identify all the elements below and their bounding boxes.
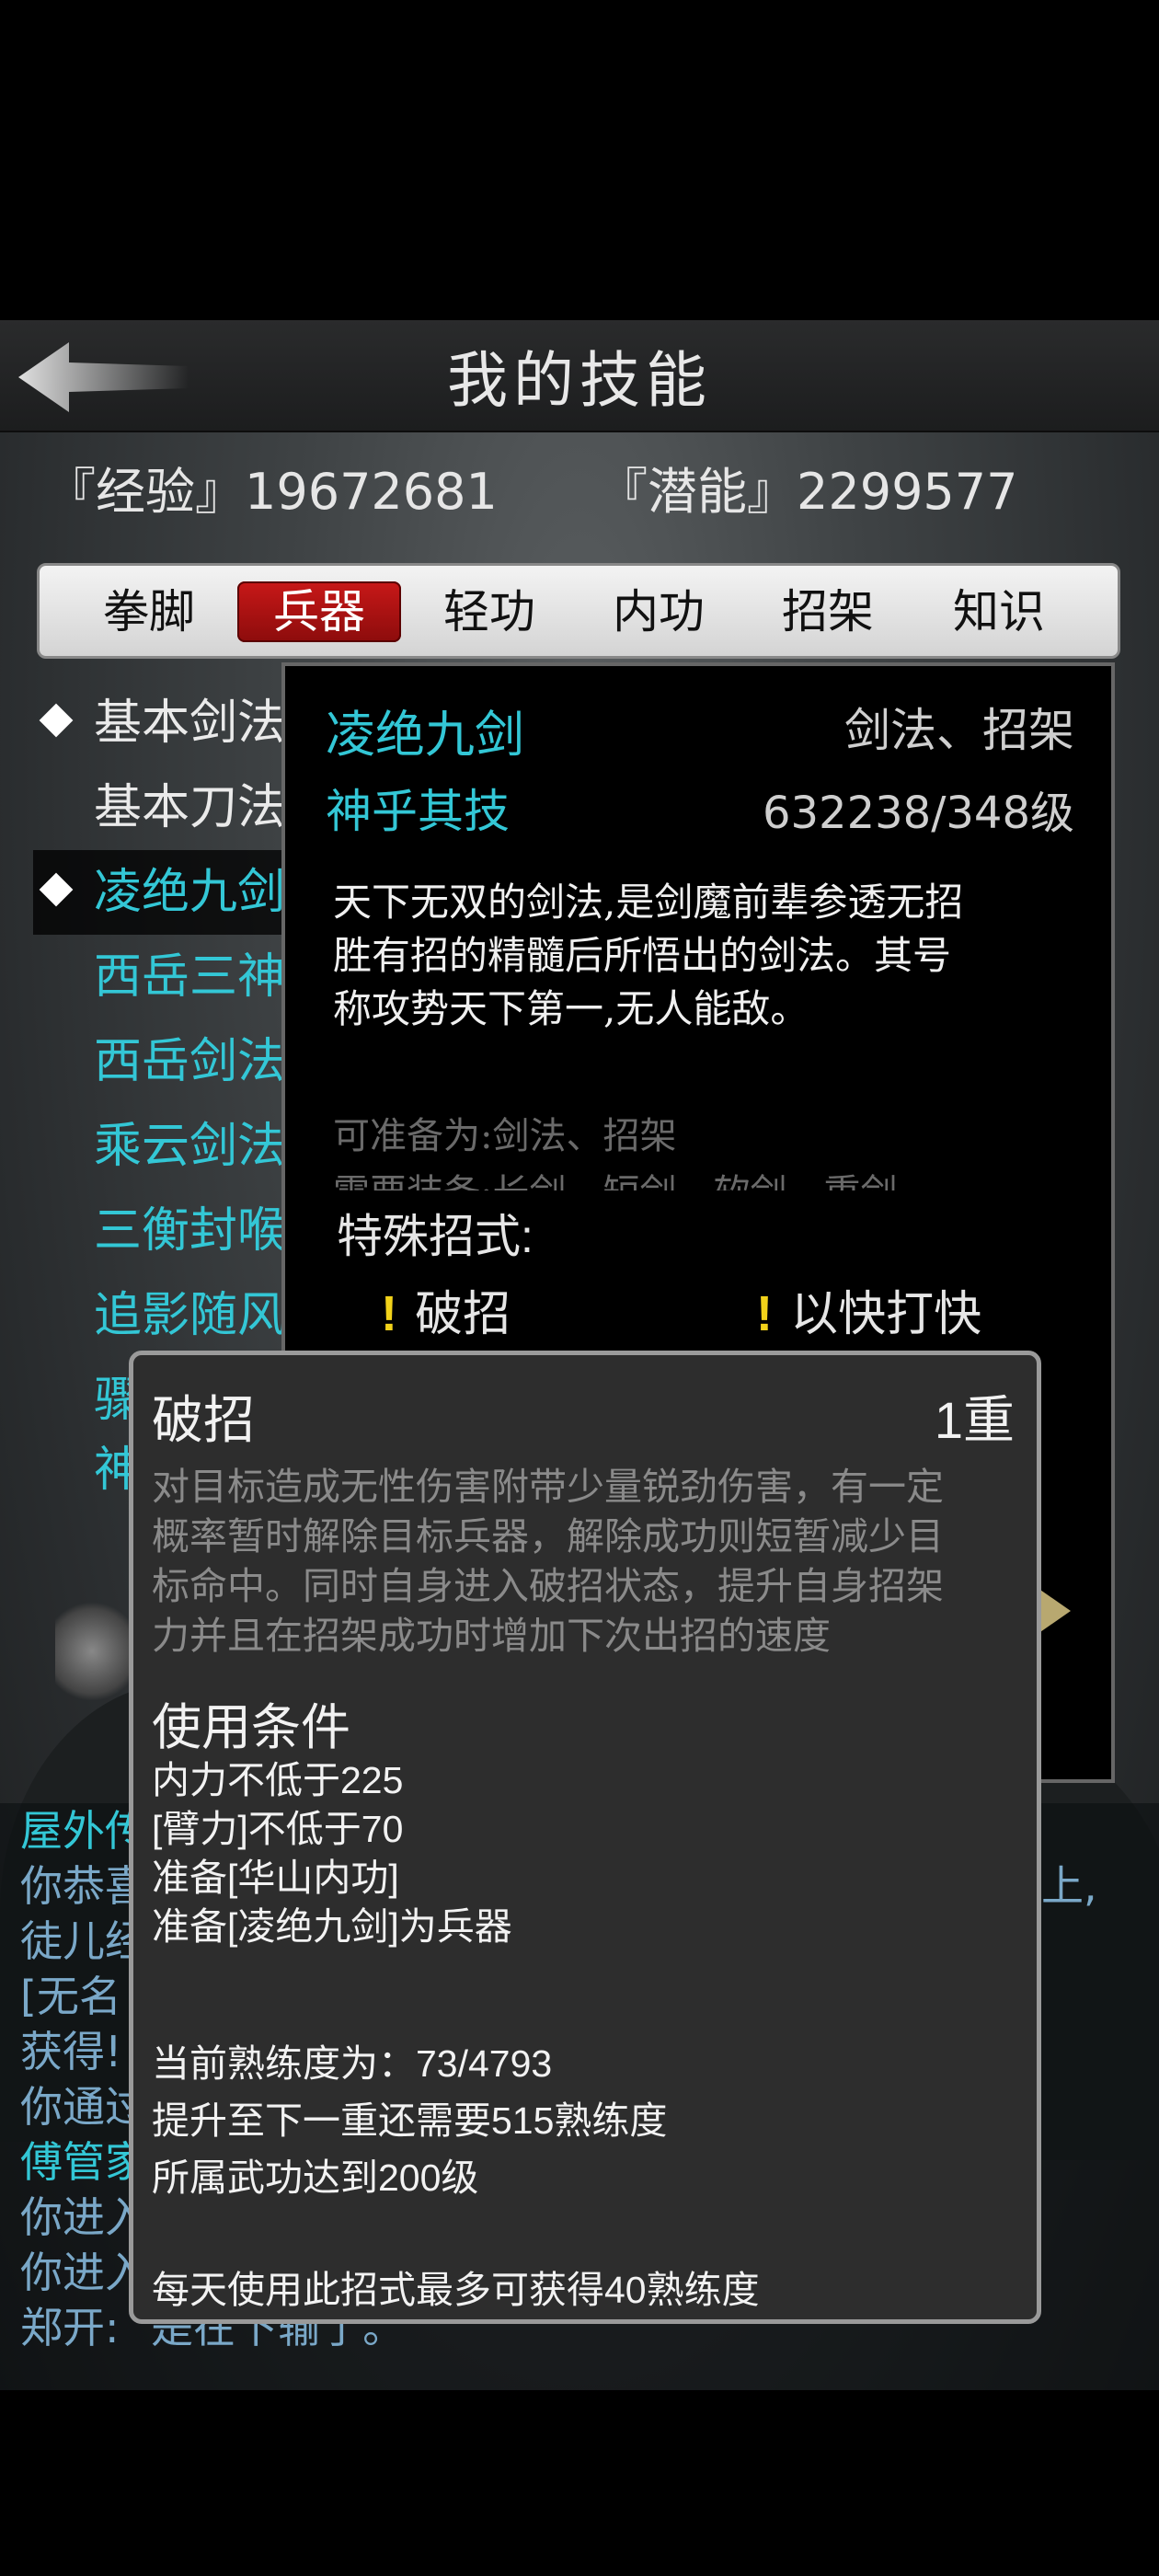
tab-neigong[interactable]: 内功 bbox=[594, 581, 723, 642]
ornament-left bbox=[55, 1592, 129, 1711]
diamond-icon bbox=[39, 703, 74, 738]
daily-cap-text: 每天使用此招式最多可获得40熟练度 bbox=[152, 2269, 760, 2311]
special-moves-title: 特殊招式: bbox=[337, 1211, 534, 1262]
special-move-yikuaidakuai[interactable]: ! 以快打快 bbox=[756, 1275, 981, 1344]
potential-stat: 『潜能』2299577 bbox=[598, 463, 1018, 521]
skill-description: 天下无双的剑法,是剑魔前辈参透无招 胜有招的精髓后所悟出的剑法。其号 称攻势天下… bbox=[333, 880, 964, 1031]
popup-title: 破招 bbox=[152, 1391, 255, 1449]
popup-description: 对目标造成无性伤害附带少量锐劲伤害，有一定 概率暂时解除目标兵器，解除成功则短暂… bbox=[152, 1466, 944, 1657]
skill-item-jibendaofa[interactable]: 基本刀法 bbox=[33, 765, 309, 850]
tab-bingqi[interactable]: 兵器 bbox=[237, 581, 401, 642]
skill-rank: 神乎其技 bbox=[326, 785, 510, 838]
skill-item-sanhengfenghou[interactable]: 三衡封喉 bbox=[33, 1189, 309, 1273]
bottom-black-band bbox=[0, 2390, 1159, 2576]
skill-name: 凌绝九剑 bbox=[326, 706, 524, 764]
skill-type: 剑法、招架 bbox=[844, 704, 1074, 757]
equip-as-text: 可准备为:剑法、招架 bbox=[333, 1115, 677, 1157]
popup-level: 1重 bbox=[934, 1391, 1015, 1449]
conditions-title: 使用条件 bbox=[152, 1700, 350, 1755]
next-level-need-text: 提升至下一重还需要515熟练度 bbox=[152, 2099, 668, 2142]
tab-quanjiao[interactable]: 拳脚 bbox=[85, 581, 213, 642]
log-line: [无名 bbox=[20, 1972, 121, 2021]
equip-need-text: 需要装备:长剑、短剑、软剑、重剑 bbox=[333, 1163, 897, 1190]
tab-zhaojia[interactable]: 招架 bbox=[763, 581, 892, 642]
skill-item-jibenjianfa[interactable]: 基本剑法 bbox=[33, 681, 309, 765]
diamond-icon bbox=[39, 872, 74, 907]
skill-item-xiyuejianfa[interactable]: 西岳剑法 bbox=[33, 1019, 309, 1104]
top-black-band bbox=[0, 0, 1159, 320]
skill-item-lingjuejiujian[interactable]: 凌绝九剑 bbox=[33, 850, 309, 935]
proficiency-text: 当前熟练度为：73/4793 bbox=[152, 2042, 553, 2085]
exclamation-icon: ! bbox=[381, 1286, 397, 1341]
right-arrow-icon[interactable] bbox=[1038, 1588, 1074, 1634]
skill-item-zhuiyingsuifeng[interactable]: 追影随风 bbox=[33, 1273, 309, 1358]
special-move-pozhao[interactable]: ! 破招 bbox=[381, 1275, 511, 1344]
tab-zhishi[interactable]: 知识 bbox=[935, 581, 1063, 642]
exclamation-icon: ! bbox=[756, 1286, 773, 1341]
skill-item-chengyunjianfa[interactable]: 乘云剑法 bbox=[33, 1104, 309, 1189]
required-level-text: 所属武功达到200级 bbox=[152, 2156, 479, 2199]
skill-progress: 632238/348级 bbox=[762, 788, 1074, 839]
skill-item-xiyuesanshen[interactable]: 西岳三神 bbox=[33, 935, 309, 1019]
move-detail-popup[interactable]: 破招 1重 对目标造成无性伤害附带少量锐劲伤害，有一定 概率暂时解除目标兵器，解… bbox=[129, 1351, 1041, 2324]
log-line-fragment: 上, bbox=[1041, 1861, 1097, 1911]
experience-stat: 『经验』19672681 bbox=[46, 463, 498, 521]
log-line: 获得! bbox=[20, 2027, 122, 2076]
conditions-list: 内力不低于225 [臂力]不低于70 准备[华山内功] 准备[凌绝九剑]为兵器 bbox=[152, 1759, 512, 1948]
page-title: 我的技能 bbox=[447, 345, 712, 416]
tab-qinggong[interactable]: 轻功 bbox=[425, 581, 554, 642]
